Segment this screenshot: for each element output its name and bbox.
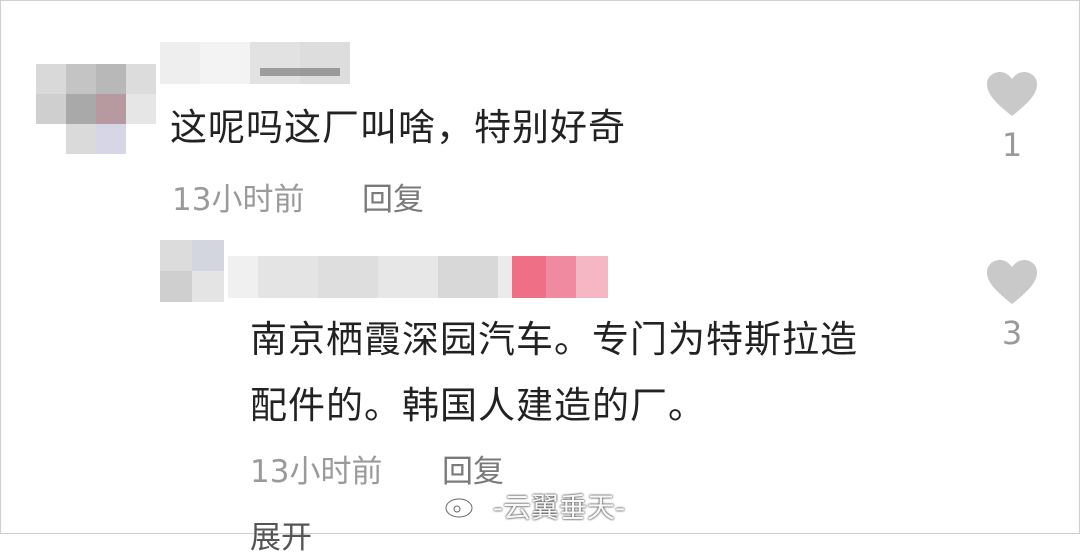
avatar[interactable] xyxy=(160,240,224,302)
watermark-text: -云翼垂天- xyxy=(492,491,626,524)
username-blurred[interactable] xyxy=(228,256,608,298)
comment-text-line1: 南京栖霞深园汽车。专门为特斯拉造 xyxy=(250,318,858,361)
like-button[interactable]: 3 xyxy=(982,258,1042,352)
watermark: -云翼垂天- xyxy=(444,486,625,527)
heart-icon xyxy=(987,72,1037,116)
comment-timestamp: 13小时前 xyxy=(172,182,305,218)
username-blurred[interactable] xyxy=(160,42,350,84)
like-count: 1 xyxy=(1001,126,1023,164)
avatar[interactable] xyxy=(36,40,156,158)
like-count: 3 xyxy=(1001,314,1023,352)
comment-text-line2: 配件的。韩国人建造的厂。 xyxy=(250,384,706,427)
heart-icon xyxy=(987,260,1037,304)
expand-replies-link[interactable]: 展开 xyxy=(250,512,312,557)
like-button[interactable]: 1 xyxy=(982,70,1042,164)
comment-text: 这呢吗这厂叫啥，特别好奇 xyxy=(170,106,626,149)
comment-timestamp: 13小时前 xyxy=(250,454,383,490)
weibo-logo-icon xyxy=(444,492,478,527)
reply-button[interactable]: 回复 xyxy=(362,174,424,219)
reply-button[interactable]: 回复 xyxy=(442,446,504,491)
